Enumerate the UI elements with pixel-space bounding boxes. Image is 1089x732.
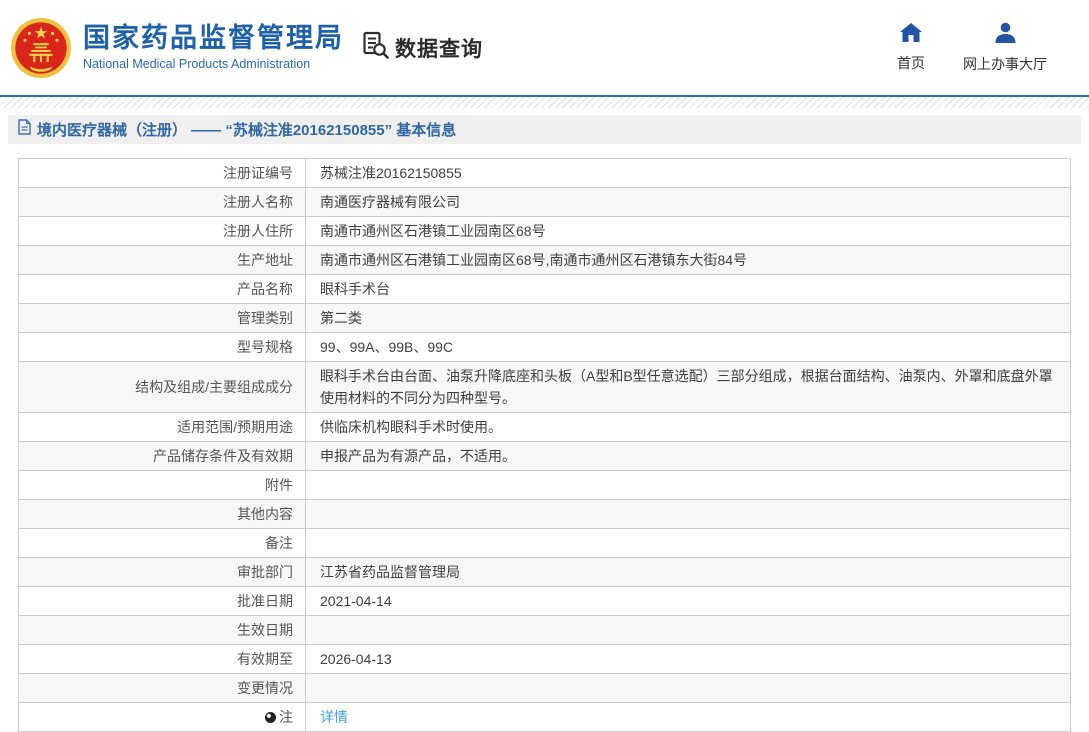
document-icon [18, 119, 31, 140]
info-table: 注册证编号 苏械注准20162150855 注册人名称 南通医疗器械有限公司 注册人住所… [18, 158, 1071, 732]
nav-service-hall-label: 网上办事大厅 [963, 55, 1047, 72]
row-label: 注 [18, 702, 306, 732]
table-row: 审批部门 江苏省药品监督管理局 [18, 557, 1071, 587]
user-icon [994, 22, 1017, 49]
data-query-section[interactable]: 数据查询 [362, 31, 483, 64]
row-value [305, 499, 1071, 529]
row-value: 苏械注准20162150855 [305, 158, 1071, 188]
row-value: 南通医疗器械有限公司 [305, 187, 1071, 217]
hatch-band [0, 97, 1089, 108]
row-value [305, 673, 1071, 703]
table-row: 注册人名称 南通医疗器械有限公司 [18, 187, 1071, 217]
document-search-icon [362, 31, 389, 64]
nav-service-hall[interactable]: 网上办事大厅 [963, 22, 1047, 74]
home-icon [899, 22, 923, 48]
table-row: 生产地址 南通市通州区石港镇工业园南区68号,南通市通州区石港镇东大街84号 [18, 245, 1071, 275]
brand-text: 国家药品监督管理局 National Medical Products Admi… [83, 22, 344, 72]
row-label: 有效期至 [18, 644, 306, 674]
row-label: 注册证编号 [18, 158, 306, 188]
table-row: 其他内容 [18, 499, 1071, 529]
header-nav: 首页 网上办事大厅 [897, 22, 1047, 74]
row-label: 适用范围/预期用途 [18, 412, 306, 442]
table-row: 结构及组成/主要组成成分 眼科手术台由台面、油泵升降底座和头板（A型和B型任意选配… [18, 361, 1071, 413]
detail-link[interactable]: 详情 [320, 709, 348, 725]
table-row: 注详情 [18, 702, 1071, 732]
row-value: 2021-04-14 [305, 586, 1071, 616]
data-query-label: 数据查询 [395, 37, 483, 61]
row-value: 2026-04-13 [305, 644, 1071, 674]
row-value: 南通市通州区石港镇工业园南区68号,南通市通州区石港镇东大街84号 [305, 245, 1071, 275]
nav-home[interactable]: 首页 [897, 22, 925, 74]
row-label: 批准日期 [18, 586, 306, 616]
table-row: 备注 [18, 528, 1071, 558]
row-value: 眼科手术台 [305, 274, 1071, 304]
national-emblem-logo [10, 17, 72, 79]
row-value: 江苏省药品监督管理局 [305, 557, 1071, 587]
brand-subtitle: National Medical Products Administration [83, 57, 311, 72]
row-label: 备注 [18, 528, 306, 558]
row-label: 生产地址 [18, 245, 306, 275]
row-label: 注册人住所 [18, 216, 306, 246]
table-row: 变更情况 [18, 673, 1071, 703]
row-label: 型号规格 [18, 332, 306, 362]
page-title: 境内医疗器械（注册） —— “苏械注准20162150855” 基本信息 [37, 122, 457, 139]
info-table-body: 注册证编号 苏械注准20162150855 注册人名称 南通医疗器械有限公司 注册人住所… [18, 158, 1071, 732]
row-value [305, 615, 1071, 645]
table-row: 注册人住所 南通市通州区石港镇工业园南区68号 [18, 216, 1071, 246]
note-icon [265, 712, 276, 723]
table-row: 产品储存条件及有效期 申报产品为有源产品，不适用。 [18, 441, 1071, 471]
row-value: 申报产品为有源产品，不适用。 [305, 441, 1071, 471]
table-row: 注册证编号 苏械注准20162150855 [18, 158, 1071, 188]
row-label: 注册人名称 [18, 187, 306, 217]
row-label: 附件 [18, 470, 306, 500]
table-row: 生效日期 [18, 615, 1071, 645]
row-label: 管理类别 [18, 303, 306, 333]
row-value: 供临床机构眼科手术时使用。 [305, 412, 1071, 442]
row-label: 审批部门 [18, 557, 306, 587]
row-label: 变更情况 [18, 673, 306, 703]
table-row: 附件 [18, 470, 1071, 500]
row-label: 结构及组成/主要组成成分 [18, 361, 306, 413]
table-row: 批准日期 2021-04-14 [18, 586, 1071, 616]
table-row: 管理类别 第二类 [18, 303, 1071, 333]
row-value [305, 528, 1071, 558]
page-title-bar: 境内医疗器械（注册） —— “苏械注准20162150855” 基本信息 [8, 115, 1081, 144]
table-row: 产品名称 眼科手术台 [18, 274, 1071, 304]
site-header: 国家药品监督管理局 National Medical Products Admi… [0, 0, 1089, 95]
page: 国家药品监督管理局 National Medical Products Admi… [0, 0, 1089, 732]
brand[interactable]: 国家药品监督管理局 National Medical Products Admi… [10, 17, 344, 79]
row-label: 产品名称 [18, 274, 306, 304]
row-value: 详情 [305, 702, 1071, 732]
table-row: 型号规格 99、99A、99B、99C [18, 332, 1071, 362]
row-value: 眼科手术台由台面、油泵升降底座和头板（A型和B型任意选配）三部分组成，根据台面结… [305, 361, 1071, 413]
row-value [305, 470, 1071, 500]
row-label: 其他内容 [18, 499, 306, 529]
row-label: 产品储存条件及有效期 [18, 441, 306, 471]
row-label: 生效日期 [18, 615, 306, 645]
brand-title: 国家药品监督管理局 [83, 22, 344, 53]
table-row: 有效期至 2026-04-13 [18, 644, 1071, 674]
row-value: 第二类 [305, 303, 1071, 333]
nav-home-label: 首页 [897, 54, 925, 71]
table-row: 适用范围/预期用途 供临床机构眼科手术时使用。 [18, 412, 1071, 442]
row-value: 99、99A、99B、99C [305, 332, 1071, 362]
row-value: 南通市通州区石港镇工业园南区68号 [305, 216, 1071, 246]
